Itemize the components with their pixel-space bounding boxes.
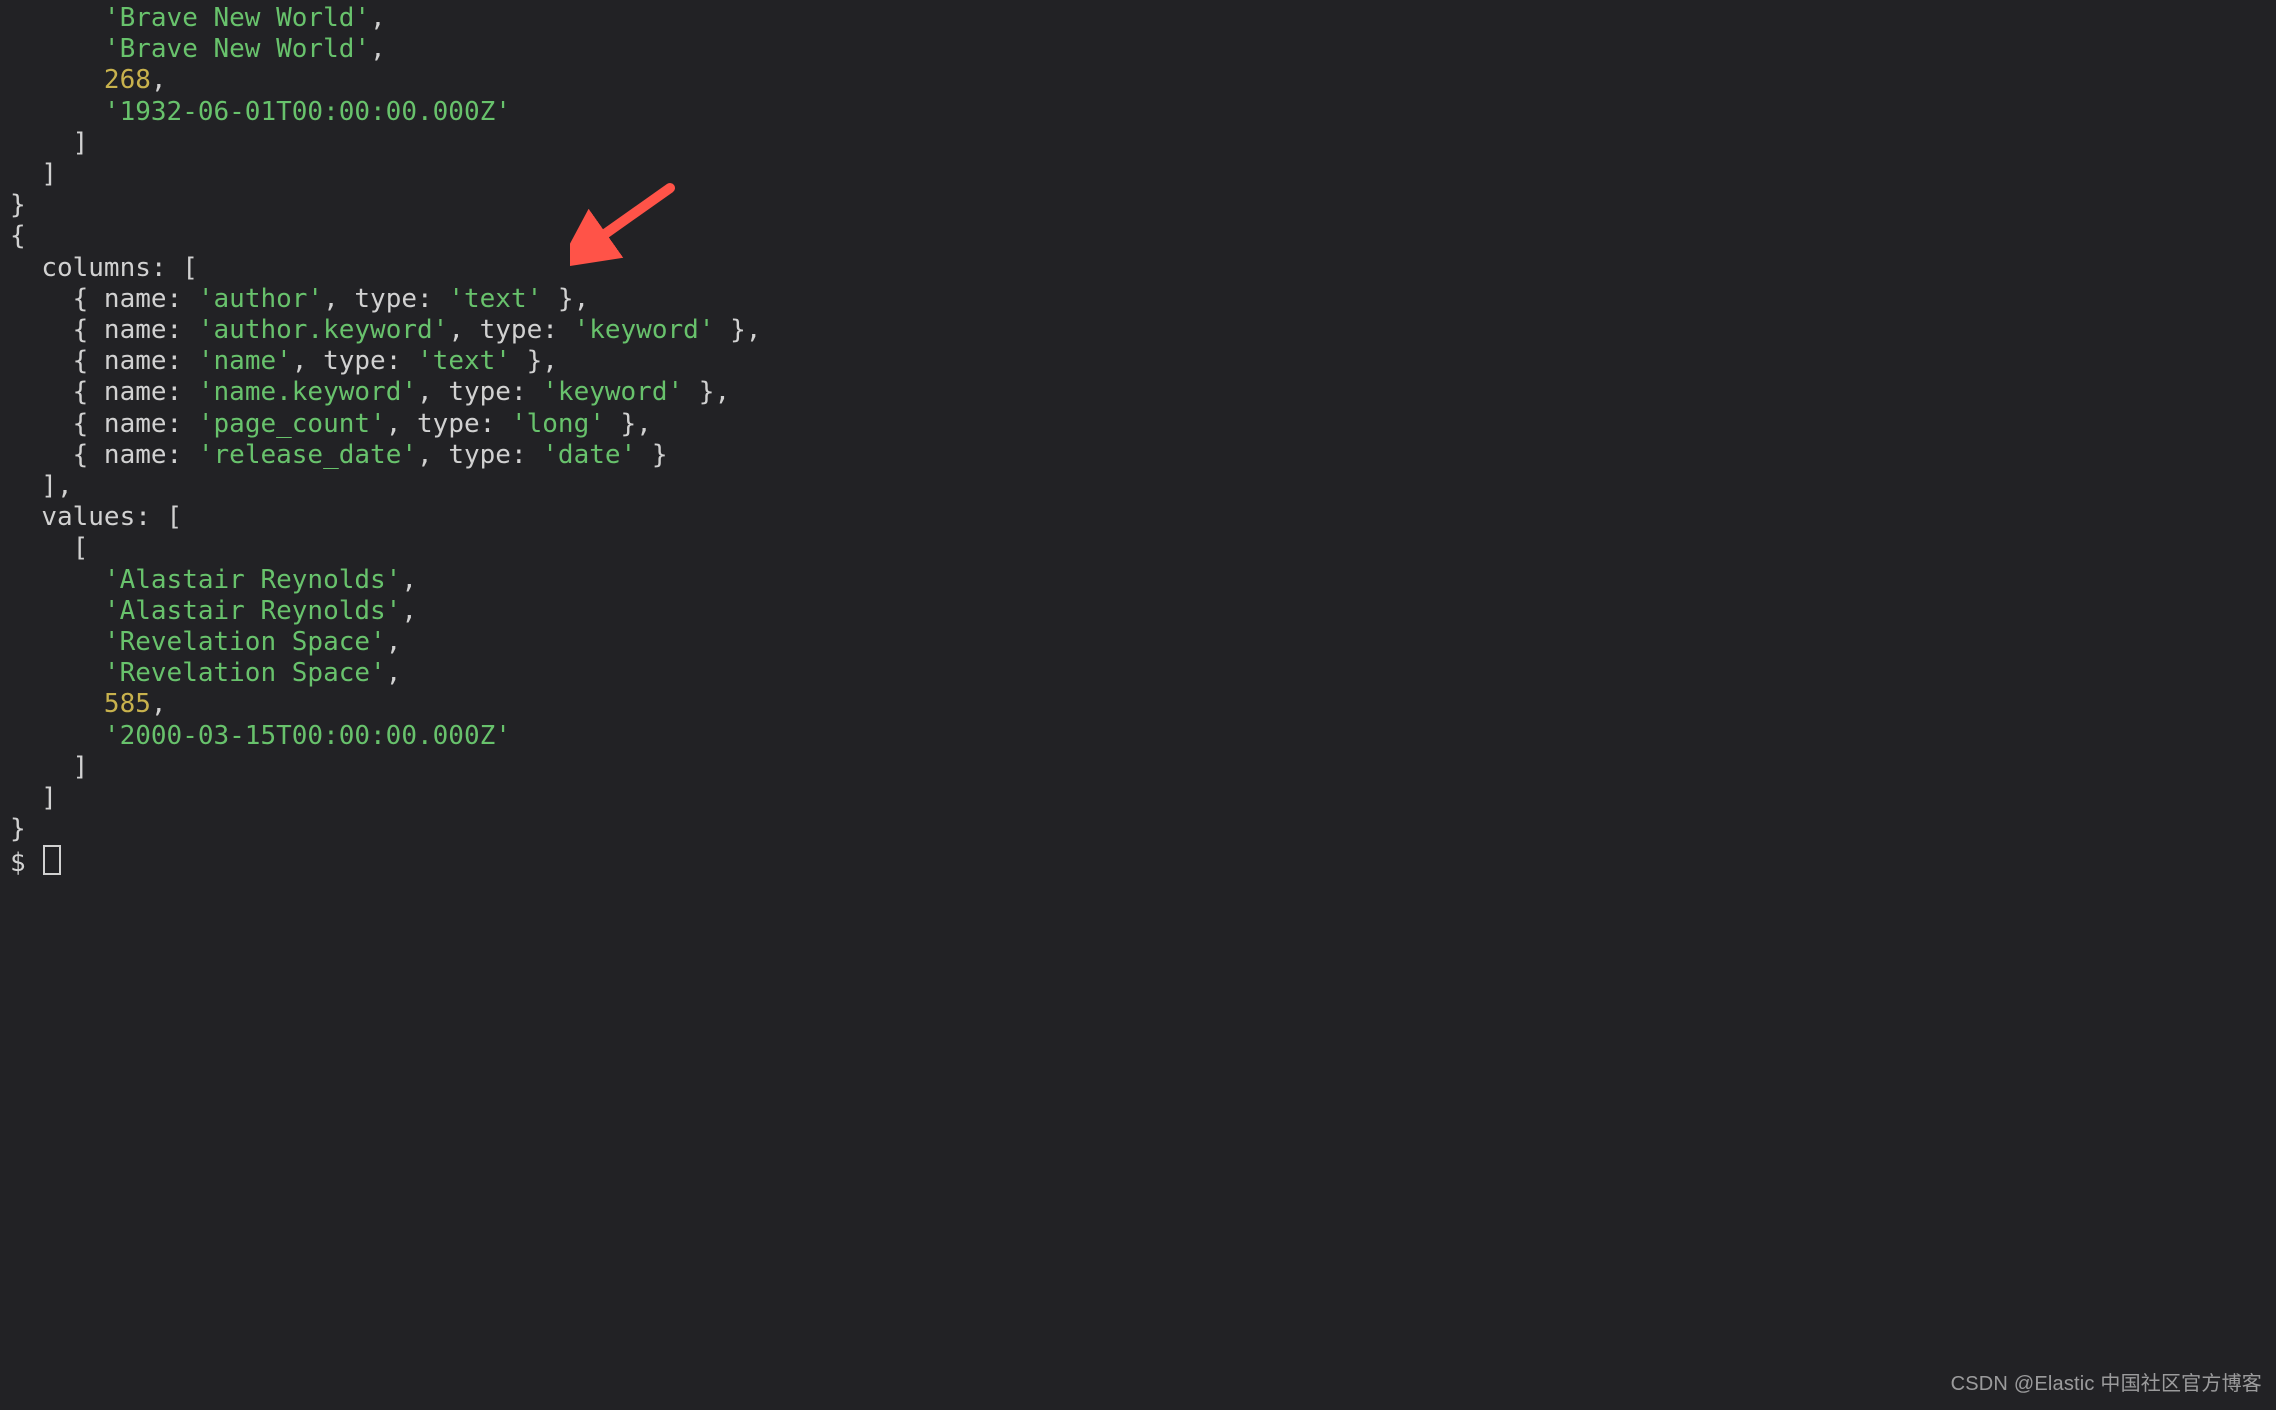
code-string: '2000-03-15T00:00:00.000Z' xyxy=(104,721,511,751)
code-string: '1932-06-01T00:00:00.000Z' xyxy=(104,97,511,127)
code-string: 'long' xyxy=(511,409,605,439)
code-string: 'name' xyxy=(198,346,292,376)
code-brace: } xyxy=(10,814,26,844)
code-string: 'keyword' xyxy=(542,377,683,407)
code-bracket: ] xyxy=(73,128,89,158)
shell-prompt[interactable]: $ xyxy=(10,848,26,878)
code-bracket: ] xyxy=(41,159,57,189)
code-string: 'Brave New World' xyxy=(104,34,370,64)
code-string: 'page_count' xyxy=(198,409,386,439)
code-string: 'text' xyxy=(448,284,542,314)
terminal-output: 'Brave New World', 'Brave New World', 26… xyxy=(0,0,2276,880)
code-string: 'name.keyword' xyxy=(198,377,417,407)
code-string: 'author' xyxy=(198,284,323,314)
code-string: 'Revelation Space' xyxy=(104,658,386,688)
code-string: 'date' xyxy=(542,440,636,470)
code-string: 'Alastair Reynolds' xyxy=(104,596,401,626)
code-number: 268 xyxy=(104,65,151,95)
code-string: 'keyword' xyxy=(574,315,715,345)
watermark-text: CSDN @Elastic 中国社区官方博客 xyxy=(1951,1369,2262,1400)
code-brace: { xyxy=(10,221,26,251)
code-brace: } xyxy=(10,190,26,220)
code-number: 585 xyxy=(104,689,151,719)
code-string: 'Revelation Space' xyxy=(104,627,386,657)
code-string: 'author.keyword' xyxy=(198,315,448,345)
code-key: values xyxy=(41,502,135,532)
code-string: 'Brave New World' xyxy=(104,3,370,33)
cursor-icon xyxy=(43,845,61,875)
code-string: 'text' xyxy=(417,346,511,376)
code-string: 'release_date' xyxy=(198,440,417,470)
code-string: 'Alastair Reynolds' xyxy=(104,565,401,595)
code-key: columns xyxy=(41,253,151,283)
